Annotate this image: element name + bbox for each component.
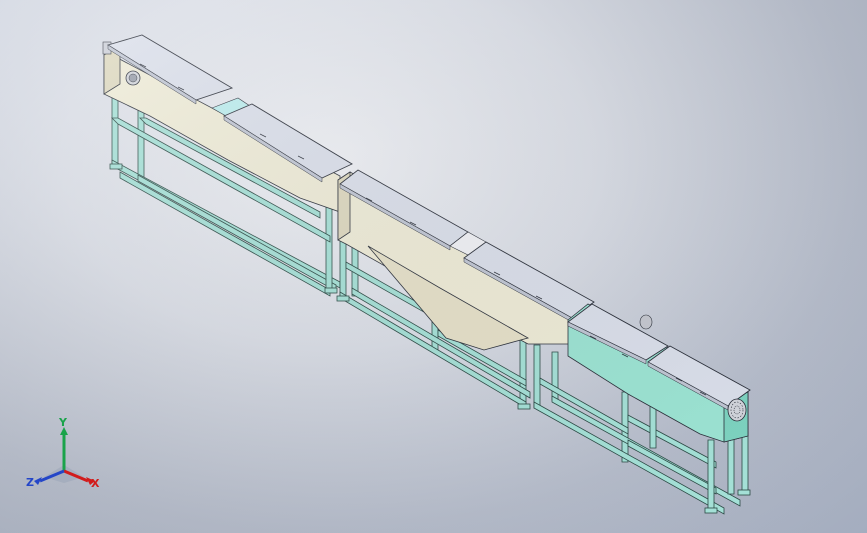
y-axis-label: Y xyxy=(58,416,68,429)
x-axis-label: X xyxy=(91,477,100,490)
tank-section-2[interactable] xyxy=(337,169,595,351)
orientation-triad[interactable]: Y X Z xyxy=(20,415,110,500)
cad-viewport[interactable]: Y X Z xyxy=(0,0,867,533)
outlet-grille-icon xyxy=(727,398,747,422)
z-axis-label: Z xyxy=(26,476,34,489)
extrusion-machine-model[interactable] xyxy=(0,0,867,533)
